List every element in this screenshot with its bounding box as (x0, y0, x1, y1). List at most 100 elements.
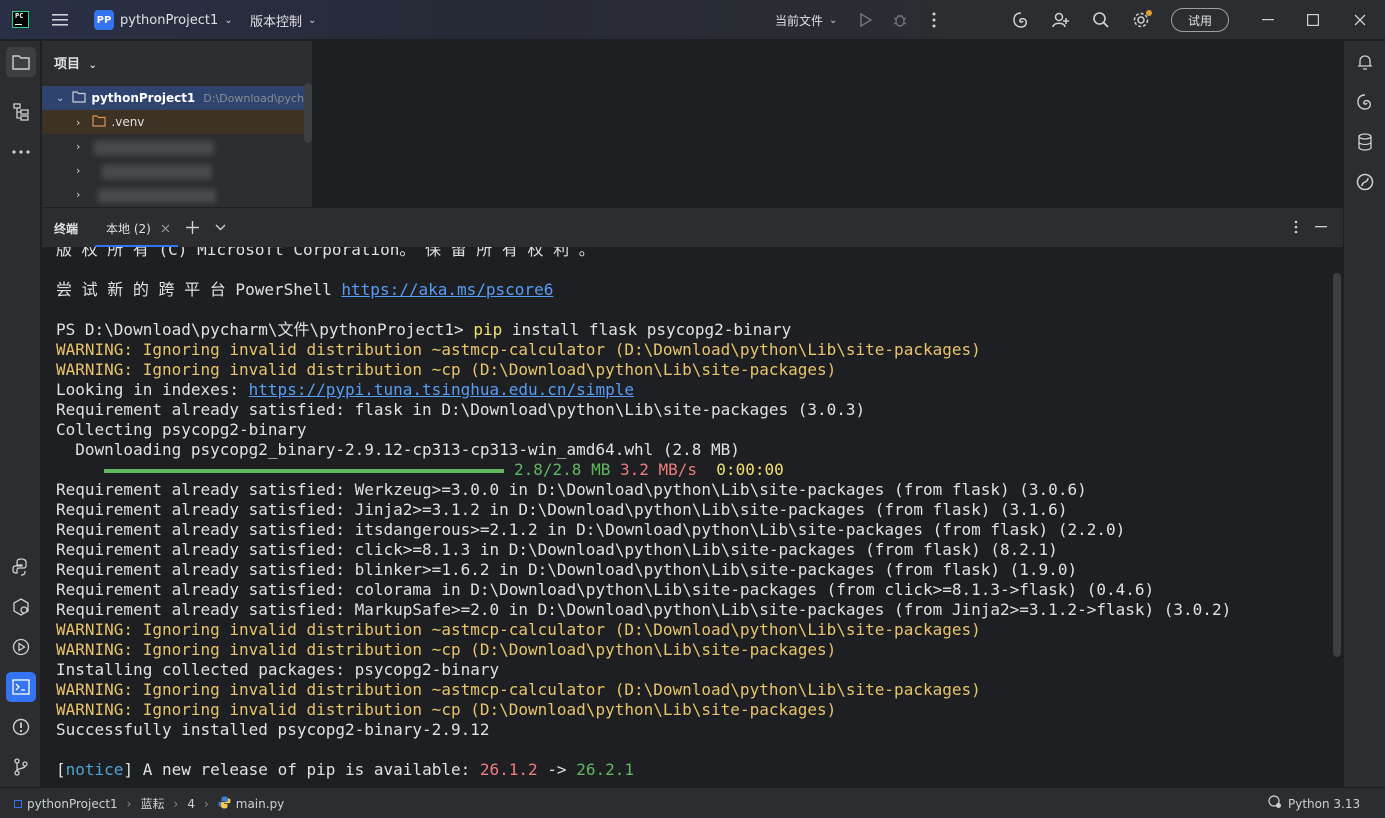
debug-icon[interactable] (891, 11, 909, 29)
project-panel-header[interactable]: 项目 ⌄ (54, 53, 97, 72)
structure-icon[interactable] (6, 97, 36, 127)
chevron-down-icon: ⌄ (88, 60, 97, 71)
terminal-link[interactable]: https://aka.ms/pscore6 (341, 280, 553, 299)
chevron-right-icon[interactable]: › (76, 140, 80, 153)
download-size: 2.8/2.8 MB (514, 460, 611, 479)
download-speed: 3.2 MB/s (619, 460, 698, 479)
more-tools-icon[interactable] (6, 137, 36, 167)
terminal-icon[interactable] (6, 672, 36, 702)
more-actions-icon[interactable] (925, 11, 943, 29)
run-icon[interactable] (857, 11, 875, 29)
download-progress-bar (104, 468, 504, 473)
terminal-tab-local[interactable]: 本地 (2) (106, 220, 151, 237)
breadcrumb: pythonProject1 › 蓝耘 › 4 › main.py (14, 795, 284, 812)
terminal-line: 版 权 所 有 (C) Microsoft Corporation。 保 留 所… (56, 247, 1231, 260)
hide-panel-icon[interactable] (1313, 219, 1329, 235)
sciview-icon[interactable] (1350, 167, 1380, 197)
terminal-text: Requirement already satisfied: itsdanger… (56, 520, 1126, 539)
terminal-line: Installing collected packages: psycopg2-… (56, 660, 1231, 680)
terminal-line: WARNING: Ignoring invalid distribution ~… (56, 680, 1231, 700)
pycharm-logo-icon: PC (12, 11, 29, 28)
terminal-line: PS D:\Download\pycharm\文件\pythonProject1… (56, 320, 1231, 340)
main-menu-icon[interactable] (50, 10, 70, 30)
terminal-options-icon[interactable] (1288, 219, 1304, 235)
database-icon[interactable] (1350, 127, 1380, 157)
terminal-line: [notice] A new release of pip is availab… (56, 760, 1231, 780)
trial-button[interactable]: 试用 (1171, 8, 1229, 32)
run-config-label: 当前文件 (775, 13, 824, 28)
minimize-icon[interactable] (1258, 10, 1278, 30)
terminal-line: Successfully installed psycopg2-binary-2… (56, 720, 1231, 740)
interpreter-label: Python 3.13 (1288, 796, 1361, 811)
chevron-down-icon: ⌄ (308, 14, 317, 26)
right-tool-strip (1343, 41, 1385, 787)
project-panel-title: 项目 (54, 57, 81, 72)
project-folder-icon[interactable] (6, 47, 36, 77)
terminal-line: Requirement already satisfied: click>=8.… (56, 540, 1231, 560)
tree-root-path: D:\Download\pycharm (203, 91, 312, 105)
terminal-scrollbar[interactable] (1333, 273, 1341, 657)
breadcrumb-subfolder[interactable]: 4 (187, 797, 195, 811)
project-switcher[interactable]: PP pythonProject1 ⌄ (94, 0, 233, 40)
tree-venv-name: .venv (111, 115, 145, 129)
terminal-line: WARNING: Ignoring invalid distribution ~… (56, 340, 1231, 360)
chevron-right-icon[interactable]: › (76, 164, 80, 177)
chevron-right-icon[interactable]: › (76, 116, 80, 129)
chevron-down-icon[interactable]: ⌄ (56, 93, 64, 104)
folder-icon (92, 114, 107, 130)
maximize-icon[interactable] (1303, 10, 1323, 30)
services-icon[interactable] (6, 592, 36, 622)
ai-chat-icon[interactable] (1350, 87, 1380, 117)
shell-prompt: PS D:\Download\pycharm\文件\pythonProject1… (56, 320, 474, 339)
left-tool-strip (0, 41, 41, 787)
terminal-text: Requirement already satisfied: MarkupSaf… (56, 600, 1232, 619)
settings-gear-icon[interactable] (1131, 10, 1152, 30)
project-panel: 项目 ⌄ ⌄ pythonProject1 D:\Download\pychar… (42, 41, 313, 207)
python-packages-icon[interactable] (6, 552, 36, 582)
project-scrollbar[interactable] (304, 83, 312, 143)
close-icon[interactable] (1350, 10, 1370, 30)
breadcrumb-project[interactable]: pythonProject1 (27, 797, 118, 811)
terminal-lines: 版 权 所 有 (C) Microsoft Corporation。 保 留 所… (56, 247, 1231, 780)
problems-icon[interactable] (6, 712, 36, 742)
close-tab-icon[interactable] (158, 221, 172, 235)
search-icon[interactable] (1091, 10, 1111, 30)
terminal-link[interactable]: https://pypi.tuna.tsinghua.edu.cn/simple (249, 380, 634, 399)
warning-text: WARNING: Ignoring invalid distribution ~… (56, 360, 837, 379)
terminal-line: WARNING: Ignoring invalid distribution ~… (56, 360, 1231, 380)
warning-text: WARNING: Ignoring invalid distribution ~… (56, 620, 981, 639)
title-bar: PC PP pythonProject1 ⌄ 版本控制 ⌄ 当前文件 ⌄ 试用 (0, 0, 1385, 40)
project-name: pythonProject1 (120, 12, 219, 28)
breadcrumb-folder[interactable]: 蓝耘 (140, 795, 164, 812)
interpreter-widget[interactable]: Python 3.13 (1268, 795, 1360, 812)
status-bar: pythonProject1 › 蓝耘 › 4 › main.py Python… (0, 787, 1385, 818)
notifications-bell-icon[interactable] (1350, 47, 1380, 77)
breadcrumb-file[interactable]: main.py (236, 797, 285, 811)
new-tab-plus-icon[interactable] (184, 219, 200, 235)
terminal-text: Requirement already satisfied: Jinja2>=3… (56, 500, 1068, 519)
chevron-right-icon: › (203, 796, 209, 811)
git-icon[interactable] (6, 752, 36, 782)
terminal-text: Requirement already satisfied: Werkzeug>… (56, 480, 1087, 499)
vcs-menu[interactable]: 版本控制 ⌄ (250, 0, 316, 40)
run-config-selector[interactable]: 当前文件 ⌄ (775, 0, 837, 40)
terminal-output[interactable]: 版 权 所 有 (C) Microsoft Corporation。 保 留 所… (42, 247, 1343, 787)
run-tool-icon[interactable] (6, 632, 36, 662)
ai-assistant-icon[interactable] (1011, 10, 1031, 30)
chevron-down-icon[interactable] (212, 219, 228, 235)
terminal-line: Requirement already satisfied: colorama … (56, 580, 1231, 600)
terminal-text: Requirement already satisfied: flask in … (56, 400, 866, 419)
terminal-line: Requirement already satisfied: blinker>=… (56, 560, 1231, 580)
terminal-line: WARNING: Ignoring invalid distribution ~… (56, 700, 1231, 720)
tree-row-venv[interactable]: › .venv (42, 110, 312, 134)
redacted-item (98, 189, 216, 203)
folder-icon (72, 90, 86, 106)
add-user-icon[interactable] (1051, 10, 1071, 30)
tree-root-row[interactable]: ⌄ pythonProject1 D:\Download\pycharm (42, 86, 312, 110)
chevron-right-icon[interactable]: › (76, 188, 80, 201)
